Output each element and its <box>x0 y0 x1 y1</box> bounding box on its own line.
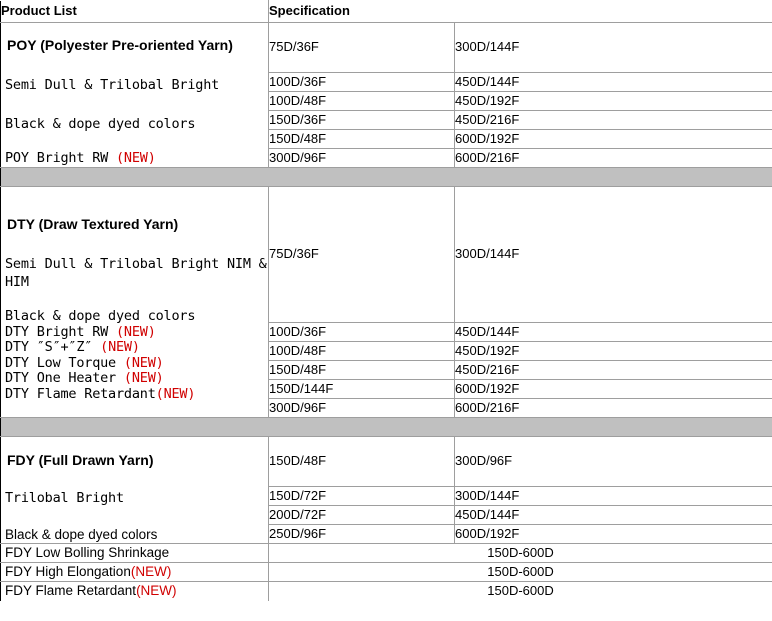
fdy-spanned-row-0: FDY Low Bolling Shrinkage 150D-600D <box>0 543 772 563</box>
header-product-list: Product List <box>0 0 269 23</box>
fdy-span-spec-1: 150D-600D <box>268 562 772 582</box>
poy-desc-2: POY Bright RW (NEW) <box>1 151 268 167</box>
fdy-spanned-row-1: FDY High Elongation(NEW) 150D-600D <box>0 562 772 582</box>
dty-desc-3-new-badge: (NEW) <box>100 339 140 356</box>
separator-band-2 <box>0 417 772 437</box>
dty-spec1-0: 75D/36F <box>268 186 455 323</box>
fdy-spec2-3: 600D/192F <box>454 524 772 544</box>
fdy-spec2-0: 300D/96F <box>454 436 772 487</box>
dty-desc-5-text: DTY One Heater <box>5 370 124 387</box>
fdy-spec2-1: 300D/144F <box>454 486 772 506</box>
dty-desc-5-new-badge: (NEW) <box>123 370 164 387</box>
fdy-spec1-0: 150D/48F <box>268 436 455 487</box>
dty-spec1-2: 100D/48F <box>268 341 455 361</box>
poy-spec2-3: 450D/216F <box>454 110 772 130</box>
dty-desc-2-text: DTY Bright RW <box>5 323 116 340</box>
section-separator-1 <box>0 167 772 187</box>
poy-spec2-4: 600D/192F <box>454 129 772 149</box>
fdy-title: FDY (Full Drawn Yarn) <box>7 451 154 468</box>
dty-desc-0: Semi Dull & Trilobal Bright NIM & HIM <box>5 255 267 290</box>
dty-desc-5: DTY One Heater (NEW) <box>1 371 268 387</box>
fdy-span-spec-2: 150D-600D <box>268 581 772 601</box>
dty-title: DTY (Draw Textured Yarn) <box>7 215 179 232</box>
dty-title-row: DTY (Draw Textured Yarn) Semi Dull & Tri… <box>0 186 772 418</box>
poy-desc-0: Semi Dull & Trilobal Bright <box>5 77 220 94</box>
dty-spec2-2: 450D/192F <box>454 341 772 361</box>
poy-spec2-1: 450D/144F <box>454 72 772 92</box>
poy-spec1-0: 75D/36F <box>268 22 455 73</box>
fdy-high-elongation-cell: FDY High Elongation(NEW) <box>0 562 269 582</box>
poy-desc-2-new-badge: (NEW) <box>116 150 156 167</box>
dty-desc-4-new-badge: (NEW) <box>123 354 164 371</box>
fdy-product-cell: FDY (Full Drawn Yarn) Trilobal Bright Bl… <box>0 436 269 544</box>
product-specification-sheet: Product List Specification POY (Polyeste… <box>0 0 772 621</box>
fdy-span-spec-0: 150D-600D <box>268 543 772 563</box>
dty-spec2-4: 600D/192F <box>454 379 772 399</box>
separator-band-1 <box>0 167 772 187</box>
dty-desc-4-text: DTY Low Torque <box>5 354 124 371</box>
poy-spec1-5: 300D/96F <box>268 148 455 168</box>
poy-spec1-2: 100D/48F <box>268 91 455 111</box>
fdy-desc-2: FDY Low Bolling Shrinkage <box>5 545 170 561</box>
fdy-desc-0: Trilobal Bright <box>5 490 124 507</box>
fdy-title-row: FDY (Full Drawn Yarn) Trilobal Bright Bl… <box>0 436 772 544</box>
fdy-desc-3-new-badge: (NEW) <box>130 564 172 580</box>
fdy-spec1-1: 150D/72F <box>268 486 455 506</box>
dty-product-cell: DTY (Draw Textured Yarn) Semi Dull & Tri… <box>0 186 269 418</box>
poy-desc-1: Black & dope dyed colors <box>5 115 196 132</box>
dty-spec2-1: 450D/144F <box>454 322 772 342</box>
fdy-spec1-3: 250D/96F <box>268 524 455 544</box>
header-specification: Specification <box>268 0 772 23</box>
dty-spec1-5: 300D/96F <box>268 398 455 418</box>
fdy-spec1-2: 200D/72F <box>268 505 455 525</box>
fdy-desc-4-text: FDY Flame Retardant <box>5 583 137 599</box>
dty-desc-6: DTY Flame Retardant(NEW) <box>1 385 268 403</box>
poy-desc-2-text: POY Bright RW <box>5 150 116 167</box>
poy-product-cell: POY (Polyester Pre-oriented Yarn) Semi D… <box>0 22 269 168</box>
dty-desc-2: DTY Bright RW (NEW) <box>1 323 268 341</box>
poy-spec2-5: 600D/216F <box>454 148 772 168</box>
dty-spec2-0: 300D/144F <box>454 186 772 323</box>
poy-spec2-0: 300D/144F <box>454 22 772 73</box>
poy-title: POY (Polyester Pre-oriented Yarn) <box>7 37 233 54</box>
dty-desc-6-new-badge: (NEW) <box>155 385 196 402</box>
dty-spec1-1: 100D/36F <box>268 322 455 342</box>
table-header-row: Product List Specification <box>0 0 772 23</box>
fdy-desc-4: FDY Flame Retardant(NEW) <box>1 583 268 599</box>
section-separator-2 <box>0 417 772 437</box>
poy-spec1-1: 100D/36F <box>268 72 455 92</box>
dty-spec2-5: 600D/216F <box>454 398 772 418</box>
fdy-spanned-row-2: FDY Flame Retardant(NEW) 150D-600D <box>0 581 772 601</box>
poy-spec1-3: 150D/36F <box>268 110 455 130</box>
dty-desc-4: DTY Low Torque (NEW) <box>1 354 268 372</box>
dty-desc-3-text: DTY ″S″+″Z″ <box>5 339 101 356</box>
dty-desc-3: DTY ″S″+″Z″ (NEW) <box>1 339 268 356</box>
fdy-low-bolling-shrinkage-cell: FDY Low Bolling Shrinkage <box>0 543 269 563</box>
dty-desc-2-new-badge: (NEW) <box>116 323 156 340</box>
dty-desc-6-text: DTY Flame Retardant <box>5 385 156 402</box>
poy-spec1-4: 150D/48F <box>268 129 455 149</box>
dty-desc-1: Black & dope dyed colors <box>5 308 196 325</box>
fdy-desc-3-text: FDY High Elongation <box>5 564 131 580</box>
product-spec-table: Product List Specification POY (Polyeste… <box>0 0 772 601</box>
fdy-flame-retardant-cell: FDY Flame Retardant(NEW) <box>0 581 269 601</box>
fdy-desc-1: Black & dope dyed colors <box>5 526 158 542</box>
fdy-desc-4-new-badge: (NEW) <box>136 583 177 599</box>
fdy-desc-3: FDY High Elongation(NEW) <box>1 564 268 580</box>
poy-spec2-2: 450D/192F <box>454 91 772 111</box>
fdy-spec2-2: 450D/144F <box>454 505 772 525</box>
dty-spec1-3: 150D/48F <box>268 360 455 380</box>
dty-spec2-3: 450D/216F <box>454 360 772 380</box>
poy-title-row: POY (Polyester Pre-oriented Yarn) Semi D… <box>0 22 772 168</box>
dty-spec1-4: 150D/144F <box>268 379 455 399</box>
